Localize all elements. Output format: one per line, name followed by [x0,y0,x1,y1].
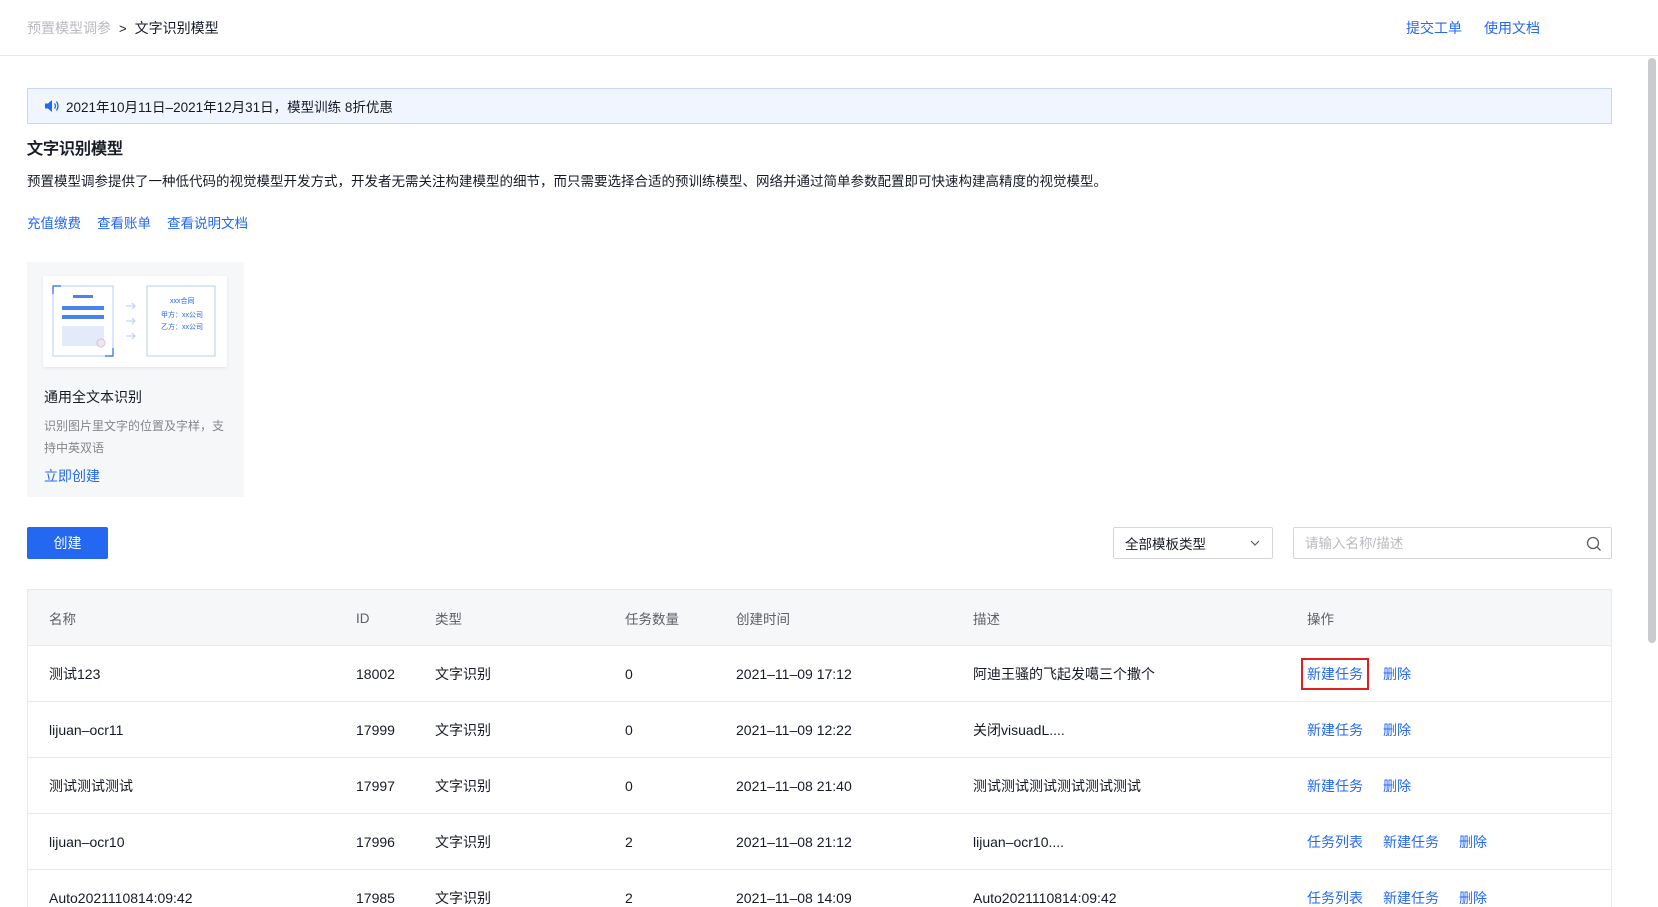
promo-notice: 2021年10月11日–2021年12月31日，模型训练 8折优惠 [27,88,1612,124]
page-description: 预置模型调参提供了一种低代码的视觉模型开发方式，开发者无需关注构建模型的细节，而… [27,174,1107,189]
header-desc: 描述 [973,612,1000,627]
view-docs-link[interactable]: 查看说明文档 [167,212,248,232]
docs-link[interactable]: 使用文档 [1484,18,1540,38]
cell-time: 2021–11–08 21:12 [736,834,852,850]
submit-ticket-link[interactable]: 提交工单 [1406,18,1462,38]
breadcrumb-parent[interactable]: 预置模型调参 [27,18,111,38]
cell-tasks: 2 [625,890,633,906]
cell-id: 18002 [356,666,395,682]
new-task-button[interactable]: 新建任务 [1383,832,1439,852]
section-links: 充值缴费 查看账单 查看说明文档 [27,212,248,232]
table-row: 测试测试测试 17997 文字识别 0 2021–11–08 21:40 测试测… [28,758,1611,814]
delete-button[interactable]: 删除 [1459,888,1487,907]
header-name: 名称 [49,612,76,627]
cell-ops: 新建任务 删除 [1307,702,1411,758]
new-task-button[interactable]: 新建任务 [1307,776,1363,796]
cell-type: 文字识别 [435,778,491,794]
new-task-button[interactable]: 新建任务 [1301,658,1369,690]
delete-button[interactable]: 删除 [1383,664,1411,684]
thumb-label: 乙方：xx公司 [161,324,203,331]
cell-name: 测试123 [49,666,101,682]
cell-type: 文字识别 [435,834,491,850]
cell-id: 17997 [356,778,395,794]
search-icon[interactable] [1586,536,1602,552]
breadcrumb-separator: > [119,20,127,36]
template-type-select[interactable]: 全部模板类型 [1113,527,1273,559]
cell-ops: 任务列表 新建任务 删除 [1307,870,1487,907]
create-button[interactable]: 创建 [27,527,108,559]
cell-name: 测试测试测试 [49,778,133,794]
cell-name: lijuan–ocr11 [49,722,124,738]
cell-id: 17985 [356,890,395,906]
cell-desc: 测试测试测试测试测试测试 [973,778,1141,794]
template-card-description: 识别图片里文字的位置及字样，支持中英双语 [44,419,225,455]
cell-tasks: 0 [625,666,633,682]
table-row: lijuan–ocr11 17999 文字识别 0 2021–11–09 12:… [28,702,1611,758]
delete-button[interactable]: 删除 [1459,832,1487,852]
chevron-down-icon [1250,540,1260,546]
search-input[interactable] [1294,528,1574,558]
search-box [1293,527,1612,559]
task-list-button[interactable]: 任务列表 [1307,888,1363,907]
table-header: 名称 ID 类型 任务数量 创建时间 描述 操作 [28,590,1611,646]
top-bar: 预置模型调参 > 文字识别模型 提交工单 使用文档 [0,0,1658,56]
cell-time: 2021–11–08 21:40 [736,778,852,794]
header-id: ID [356,610,370,626]
cell-ops: 新建任务 删除 [1301,646,1411,702]
cell-desc: 阿迪王骚的飞起发噶三个撒个 [973,666,1155,682]
recharge-link[interactable]: 充值缴费 [27,212,81,232]
cell-ops: 任务列表 新建任务 删除 [1307,814,1487,870]
cell-time: 2021–11–08 14:09 [736,890,852,906]
cell-name: lijuan–ocr10 [49,834,125,850]
cell-time: 2021–11–09 17:12 [736,666,852,682]
top-links: 提交工单 使用文档 [1406,18,1540,38]
notice-text: 2021年10月11日–2021年12月31日，模型训练 8折优惠 [66,100,393,115]
thumb-label: xxx合同 [170,298,195,305]
breadcrumb: 预置模型调参 > 文字识别模型 [27,18,219,38]
cell-type: 文字识别 [435,666,491,682]
task-list-button[interactable]: 任务列表 [1307,832,1363,852]
model-table: 名称 ID 类型 任务数量 创建时间 描述 操作 测试123 18002 文字识… [27,589,1612,907]
new-task-button[interactable]: 新建任务 [1307,720,1363,740]
header-time: 创建时间 [736,612,790,627]
breadcrumb-current: 文字识别模型 [134,20,219,36]
template-card-thumbnail: xxx合同 甲方：xx公司 乙方：xx公司 [43,276,227,367]
header-ops: 操作 [1307,612,1334,627]
header-type: 类型 [435,612,462,627]
template-card[interactable]: xxx合同 甲方：xx公司 乙方：xx公司 通用全文本识别 识别图片里文字的位置… [27,262,244,497]
header-tasks: 任务数量 [625,612,679,627]
cell-type: 文字识别 [435,890,491,906]
scrollbar-thumb[interactable] [1648,58,1656,643]
cell-tasks: 0 [625,722,633,738]
cell-desc: 关闭visuadL.... [973,722,1065,738]
cell-type: 文字识别 [435,722,491,738]
cell-id: 17996 [356,834,395,850]
delete-button[interactable]: 删除 [1383,720,1411,740]
template-card-title: 通用全文本识别 [44,389,142,405]
cell-desc: Auto2021110814:09:42 [973,890,1117,906]
table-row: 测试123 18002 文字识别 0 2021–11–09 17:12 阿迪王骚… [28,646,1611,702]
create-now-link[interactable]: 立即创建 [44,466,100,486]
page-title: 文字识别模型 [27,141,124,158]
cell-id: 17999 [356,722,395,738]
cell-tasks: 0 [625,778,633,794]
thumb-label: 甲方：xx公司 [161,312,203,319]
cell-time: 2021–11–09 12:22 [736,722,852,738]
cell-ops: 新建任务 删除 [1307,758,1411,814]
cell-tasks: 2 [625,834,633,850]
new-task-button[interactable]: 新建任务 [1383,888,1439,907]
view-bill-link[interactable]: 查看账单 [97,212,151,232]
table-row: lijuan–ocr10 17996 文字识别 2 2021–11–08 21:… [28,814,1611,870]
table-row: Auto2021110814:09:42 17985 文字识别 2 2021–1… [28,870,1611,907]
delete-button[interactable]: 删除 [1383,776,1411,796]
speaker-icon [45,100,59,112]
template-type-value: 全部模板类型 [1125,537,1206,552]
cell-name: Auto2021110814:09:42 [49,890,193,906]
cell-desc: lijuan–ocr10.... [973,834,1065,850]
